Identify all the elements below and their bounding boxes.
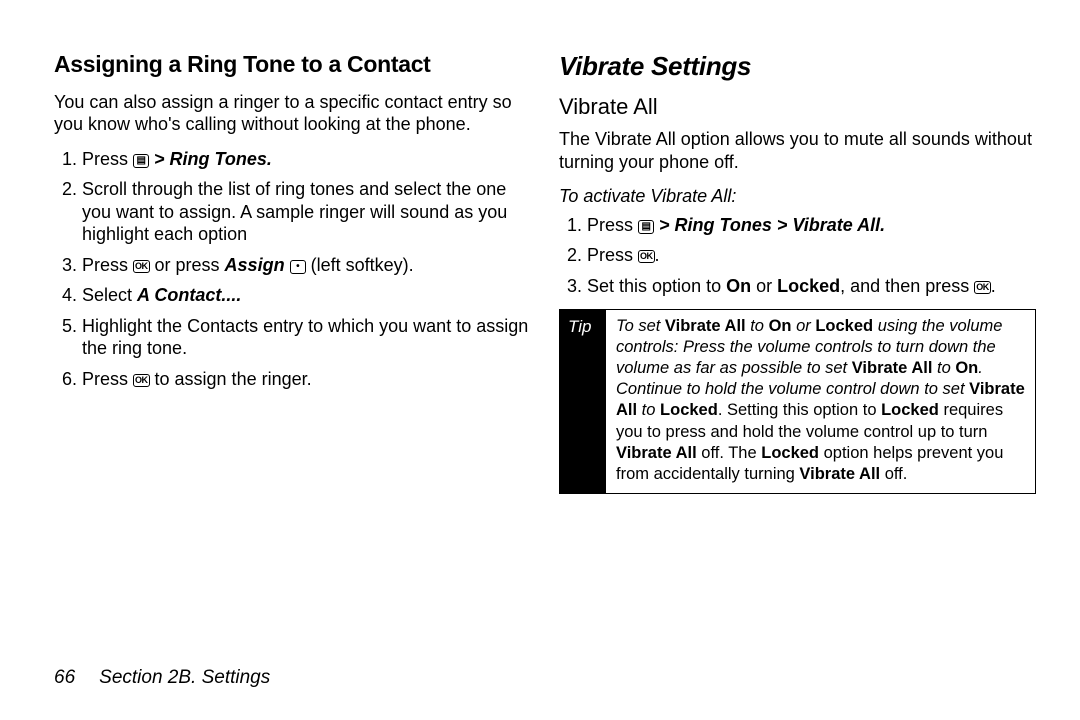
text: or: [791, 317, 815, 335]
text: Press: [82, 369, 133, 389]
vibrate-all-label: Vibrate All: [799, 465, 880, 483]
text: Press: [587, 245, 638, 265]
text: to: [746, 317, 769, 335]
on-label: On: [955, 359, 978, 377]
two-column-layout: Assigning a Ring Tone to a Contact You c…: [54, 50, 1036, 646]
tip-text: To set Vibrate All to On or Locked using…: [606, 310, 1035, 493]
text: .: [880, 215, 885, 235]
right-steps: Press ▤ > Ring Tones > Vibrate All. Pres…: [559, 214, 1036, 298]
right-step-1: Press ▤ > Ring Tones > Vibrate All.: [587, 214, 1036, 237]
right-intro: The Vibrate All option allows you to mut…: [559, 128, 1036, 173]
tip-label: Tip: [560, 310, 606, 493]
left-column: Assigning a Ring Tone to a Contact You c…: [54, 50, 531, 646]
footer-section: Section 2B. Settings: [99, 667, 270, 688]
assign-label: Assign: [225, 255, 285, 275]
text: .: [991, 276, 996, 296]
text: . Setting this option to: [718, 401, 881, 419]
softkey-icon: [290, 260, 306, 274]
text: Press: [587, 215, 638, 235]
locked-label: Locked: [881, 401, 939, 419]
a-contact-label: A Contact....: [137, 285, 241, 305]
ring-tones-label: Ring Tones: [675, 215, 772, 235]
vibrate-settings-heading: Vibrate Settings: [559, 50, 1036, 83]
text: off. The: [697, 444, 762, 462]
tip-box: Tip To set Vibrate All to On or Locked u…: [559, 309, 1036, 494]
right-step-3: Set this option to On or Locked, and the…: [587, 275, 1036, 298]
ok-icon: OK: [974, 281, 991, 294]
text: >: [772, 215, 793, 235]
text: >: [654, 215, 675, 235]
page-number: 66: [54, 667, 75, 688]
on-label: On: [769, 317, 792, 335]
vibrate-all-heading: Vibrate All: [559, 93, 1036, 121]
ok-icon: OK: [133, 374, 150, 387]
menu-icon: ▤: [638, 220, 654, 234]
text: to: [637, 401, 660, 419]
text: >: [149, 149, 170, 169]
right-step-2: Press OK.: [587, 244, 1036, 267]
left-intro: You can also assign a ringer to a specif…: [54, 91, 531, 136]
text: .: [655, 245, 660, 265]
ok-icon: OK: [638, 250, 655, 263]
text: To set: [616, 317, 665, 335]
left-heading: Assigning a Ring Tone to a Contact: [54, 50, 531, 79]
left-step-3: Press OK or press Assign (left softkey).: [82, 254, 531, 277]
left-steps: Press ▤ > Ring Tones. Scroll through the…: [54, 148, 531, 391]
vibrate-all-label: Vibrate All: [852, 359, 933, 377]
left-step-2: Scroll through the list of ring tones an…: [82, 178, 531, 246]
right-column: Vibrate Settings Vibrate All The Vibrate…: [559, 50, 1036, 646]
text: Set this option to: [587, 276, 726, 296]
text: , and then press: [840, 276, 974, 296]
left-step-6: Press OK to assign the ringer.: [82, 368, 531, 391]
activate-instruction: To activate Vibrate All:: [559, 185, 1036, 208]
vibrate-all-label: Vibrate All: [792, 215, 880, 235]
text: or: [751, 276, 777, 296]
left-step-4: Select A Contact....: [82, 284, 531, 307]
manual-page: Assigning a Ring Tone to a Contact You c…: [0, 0, 1080, 720]
locked-label: Locked: [815, 317, 873, 335]
page-footer: 66 Section 2B. Settings: [54, 646, 1036, 690]
text: to: [932, 359, 955, 377]
locked-label: Locked: [660, 401, 718, 419]
text: (left softkey).: [306, 255, 414, 275]
menu-icon: ▤: [133, 154, 149, 168]
locked-label: Locked: [777, 276, 840, 296]
on-label: On: [726, 276, 751, 296]
left-step-5: Highlight the Contacts entry to which yo…: [82, 315, 531, 360]
vibrate-all-label: Vibrate All: [616, 444, 697, 462]
ring-tones-label: Ring Tones.: [170, 149, 272, 169]
text: to assign the ringer.: [150, 369, 312, 389]
text: or press: [150, 255, 225, 275]
text: Press: [82, 149, 133, 169]
text: off.: [880, 465, 907, 483]
left-step-1: Press ▤ > Ring Tones.: [82, 148, 531, 171]
text: Press: [82, 255, 133, 275]
locked-label: Locked: [761, 444, 819, 462]
vibrate-all-label: Vibrate All: [665, 317, 746, 335]
text: Select: [82, 285, 137, 305]
ok-icon: OK: [133, 260, 150, 273]
